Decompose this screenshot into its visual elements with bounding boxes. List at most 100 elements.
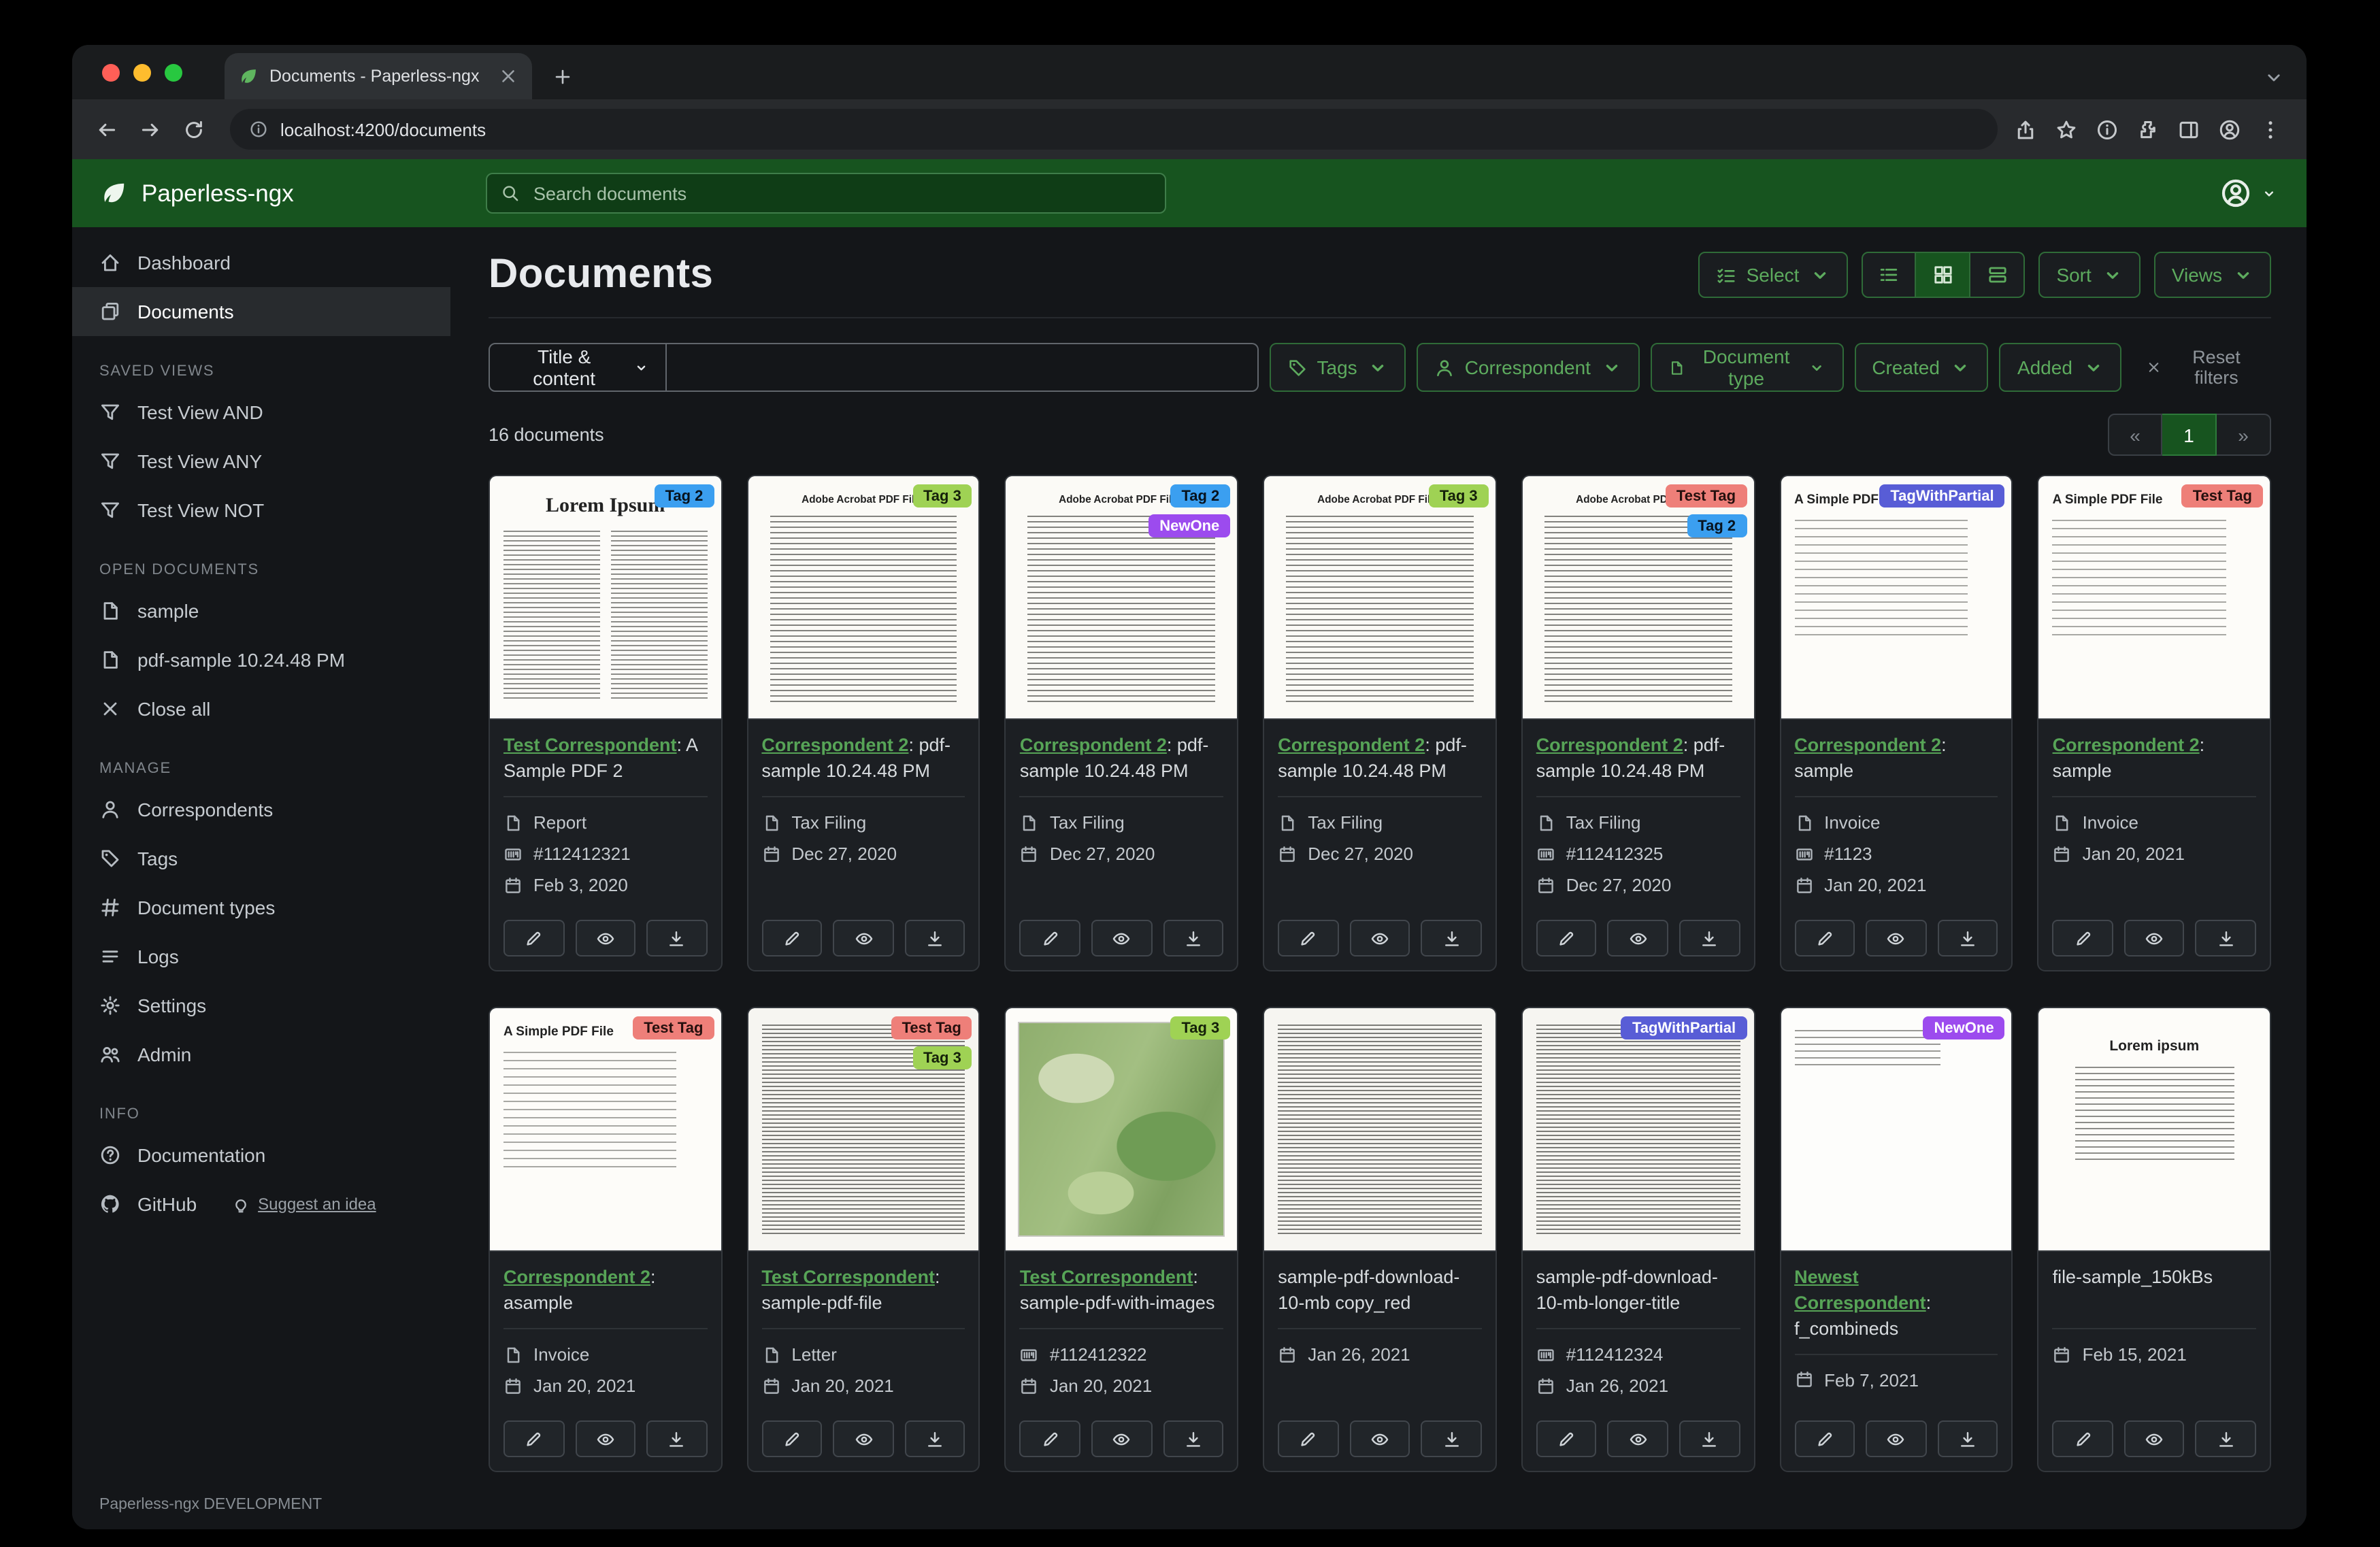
document-card[interactable]: A Simple PDF File Test Tag Correspondent… xyxy=(2037,475,2271,971)
title-content-input[interactable] xyxy=(666,343,1259,392)
document-card[interactable]: Test Tag Tag 3 Test Correspondent: sample… xyxy=(746,1007,980,1472)
preview-button[interactable] xyxy=(1349,920,1410,957)
title-content-dropdown[interactable]: Title & content xyxy=(489,343,667,392)
document-thumbnail[interactable]: A Simple PDF File Test Tag xyxy=(490,1008,721,1252)
edit-button[interactable] xyxy=(503,920,565,957)
zoom-window-button[interactable] xyxy=(165,63,182,81)
tag-badge[interactable]: Test Tag xyxy=(1665,484,1747,508)
edit-button[interactable] xyxy=(1019,920,1080,957)
sidebar-item-close-all[interactable]: Close all xyxy=(72,684,450,733)
detail-view-button[interactable] xyxy=(1970,252,2026,298)
app-brand[interactable]: Paperless-ngx xyxy=(72,179,450,207)
document-thumbnail[interactable]: Adobe Acrobat PDF Files Test Tag Tag 2 xyxy=(1522,476,1754,720)
download-button[interactable] xyxy=(1163,1420,1224,1457)
sidebar-item-test-view-not[interactable]: Test View NOT xyxy=(72,486,450,535)
sidebar-item-sample[interactable]: sample xyxy=(72,586,450,635)
tag-badge[interactable]: NewOne xyxy=(1923,1016,2005,1039)
correspondent-link[interactable]: Test Correspondent xyxy=(503,735,677,755)
current-page-button[interactable]: 1 xyxy=(2162,414,2217,456)
document-card[interactable]: Adobe Acrobat PDF Files Tag 3 Correspond… xyxy=(1263,475,1497,971)
filter-document-type-button[interactable]: Document type xyxy=(1650,343,1844,392)
sidebar-item-settings[interactable]: Settings xyxy=(72,981,450,1030)
document-thumbnail[interactable]: NewOne xyxy=(1781,1008,2012,1252)
list-view-button[interactable] xyxy=(1862,252,1917,298)
preview-button[interactable] xyxy=(2123,1420,2185,1457)
edit-button[interactable] xyxy=(761,920,823,957)
sidebar-item-tags[interactable]: Tags xyxy=(72,834,450,883)
preview-button[interactable] xyxy=(1349,1420,1410,1457)
reload-button[interactable] xyxy=(173,109,214,150)
menu-kebab-icon[interactable] xyxy=(2259,118,2282,141)
download-button[interactable] xyxy=(1421,920,1482,957)
tag-badge[interactable]: Tag 2 xyxy=(654,484,714,508)
tag-badge[interactable]: Tag 3 xyxy=(912,484,972,508)
preview-button[interactable] xyxy=(1607,920,1668,957)
preview-button[interactable] xyxy=(575,920,636,957)
download-button[interactable] xyxy=(1679,1420,1740,1457)
correspondent-link[interactable]: Correspondent 2 xyxy=(1020,735,1167,755)
tag-badge[interactable]: Tag 3 xyxy=(1428,484,1489,508)
document-card[interactable]: TagWithPartial sample-pdf-download-10-mb… xyxy=(1521,1007,1755,1472)
correspondent-link[interactable]: Correspondent 2 xyxy=(503,1267,650,1287)
tab-search-chevron-icon[interactable] xyxy=(2263,67,2285,88)
document-card[interactable]: Adobe Acrobat PDF Files Tag 2 NewOne Corr… xyxy=(1004,475,1239,971)
user-menu[interactable] xyxy=(2219,177,2307,210)
preview-button[interactable] xyxy=(1866,920,1927,957)
sidebar-item-pdf-sample-10-24-48-pm[interactable]: pdf-sample 10.24.48 PM xyxy=(72,635,450,684)
sidebar-item-admin[interactable]: Admin xyxy=(72,1030,450,1079)
download-button[interactable] xyxy=(2195,920,2256,957)
preview-button[interactable] xyxy=(1091,1420,1153,1457)
sidebar-item-test-view-and[interactable]: Test View AND xyxy=(72,388,450,437)
close-window-button[interactable] xyxy=(102,63,120,81)
download-button[interactable] xyxy=(646,1420,708,1457)
document-thumbnail[interactable]: Lorem ipsum xyxy=(2038,1008,2270,1252)
preview-button[interactable] xyxy=(2123,920,2185,957)
share-icon[interactable] xyxy=(2014,118,2037,141)
sidebar-item-correspondents[interactable]: Correspondents xyxy=(72,785,450,834)
correspondent-link[interactable]: Correspondent 2 xyxy=(1278,735,1425,755)
correspondent-link[interactable]: Newest Correspondent xyxy=(1794,1267,1926,1313)
preview-button[interactable] xyxy=(1091,920,1153,957)
select-button[interactable]: Select xyxy=(1698,252,1849,298)
correspondent-link[interactable]: Test Correspondent xyxy=(761,1267,935,1287)
sort-button[interactable]: Sort xyxy=(2038,252,2141,298)
sidebar-item-document-types[interactable]: Document types xyxy=(72,883,450,932)
preview-button[interactable] xyxy=(833,920,894,957)
document-thumbnail[interactable]: Test Tag Tag 3 xyxy=(748,1008,979,1252)
correspondent-link[interactable]: Correspondent 2 xyxy=(1794,735,1941,755)
reset-filters-button[interactable]: Reset filters xyxy=(2138,346,2271,389)
sidebar-item-logs[interactable]: Logs xyxy=(72,932,450,981)
global-search[interactable] xyxy=(486,173,1166,214)
edit-button[interactable] xyxy=(1536,920,1597,957)
tag-badge[interactable]: Tag 2 xyxy=(1170,484,1231,508)
document-card[interactable]: NewOne Newest Correspondent: f_combineds… xyxy=(1779,1007,2013,1472)
document-card[interactable]: sample-pdf-download-10-mb copy_red Jan 2… xyxy=(1263,1007,1497,1472)
document-card[interactable]: Tag 3 Test Correspondent: sample-pdf-wit… xyxy=(1004,1007,1239,1472)
edit-button[interactable] xyxy=(2052,1420,2113,1457)
document-card[interactable]: A Simple PDF File Test Tag Correspondent… xyxy=(489,1007,723,1472)
tag-badge[interactable]: TagWithPartial xyxy=(1621,1016,1747,1039)
filter-added-button[interactable]: Added xyxy=(1999,343,2121,392)
document-card[interactable]: Lorem Ipsum Tag 2 Test Correspondent: A … xyxy=(489,475,723,971)
edit-button[interactable] xyxy=(1536,1420,1597,1457)
document-thumbnail[interactable]: Adobe Acrobat PDF Files Tag 3 xyxy=(1264,476,1495,720)
preview-button[interactable] xyxy=(1866,1420,1927,1457)
download-button[interactable] xyxy=(904,1420,965,1457)
correspondent-link[interactable]: Test Correspondent xyxy=(1020,1267,1193,1287)
filter-tags-button[interactable]: Tags xyxy=(1269,343,1406,392)
sidebar-link-suggest-an-idea[interactable]: Suggest an idea xyxy=(229,1195,376,1214)
grid-view-button[interactable] xyxy=(1916,252,1971,298)
side-panel-icon[interactable] xyxy=(2177,118,2200,141)
document-card[interactable]: A Simple PDF File TagWithPartial Corresp… xyxy=(1779,475,2013,971)
document-thumbnail[interactable]: A Simple PDF File Test Tag xyxy=(2038,476,2270,720)
search-input[interactable] xyxy=(531,182,1151,205)
address-bar[interactable]: localhost:4200/documents xyxy=(230,109,1998,150)
download-button[interactable] xyxy=(646,920,708,957)
document-thumbnail[interactable]: Lorem Ipsum Tag 2 xyxy=(490,476,721,720)
tag-badge[interactable]: Test Tag xyxy=(2181,484,2263,508)
next-page-button[interactable]: » xyxy=(2217,414,2271,456)
sidebar-item-documents[interactable]: Documents xyxy=(72,287,450,336)
filter-created-button[interactable]: Created xyxy=(1854,343,1989,392)
tag-badge[interactable]: TagWithPartial xyxy=(1879,484,2005,508)
download-button[interactable] xyxy=(1937,920,1998,957)
